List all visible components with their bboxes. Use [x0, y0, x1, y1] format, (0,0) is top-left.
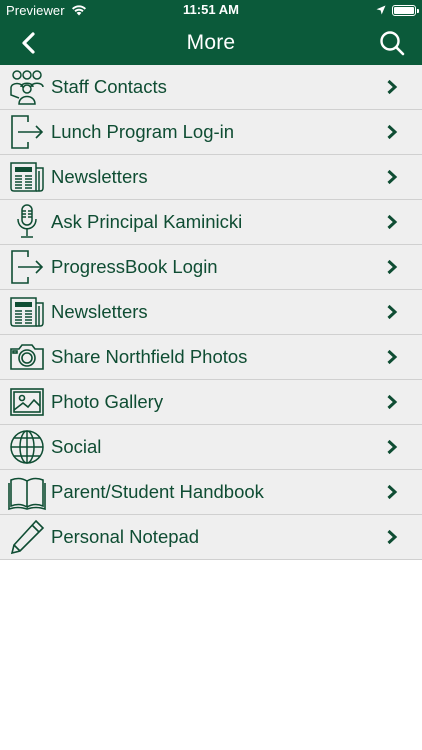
status-bar: Previewer 11:51 AM: [0, 0, 422, 20]
chevron-right-icon: [386, 484, 398, 500]
chevron-right-icon: [386, 439, 398, 455]
page-title: More: [186, 31, 236, 54]
login-icon: [8, 113, 46, 151]
status-right: [376, 0, 419, 20]
search-icon: [380, 31, 405, 56]
search-button[interactable]: [378, 29, 406, 57]
book-icon: [8, 473, 46, 511]
list-item-label: Share Northfield Photos: [51, 346, 248, 367]
camera-icon: [8, 338, 46, 376]
list-item-label: Personal Notepad: [51, 526, 200, 547]
list-item-label: ProgressBook Login: [51, 256, 218, 277]
list-item-label: Ask Principal Kaminicki: [51, 211, 243, 232]
list-item-newsletters[interactable]: Newsletters: [0, 155, 422, 200]
login-icon: [8, 248, 46, 286]
chevron-right-icon: [386, 79, 398, 95]
chevron-right-icon: [386, 214, 398, 230]
list-item-personal-notepad[interactable]: Personal Notepad: [0, 515, 422, 560]
list-item-lunch-program-login[interactable]: Lunch Program Log-in: [0, 110, 422, 155]
list-item-social[interactable]: Social: [0, 425, 422, 470]
list-item-progressbook-login[interactable]: ProgressBook Login: [0, 245, 422, 290]
navigation-bar: More: [0, 20, 422, 65]
list-item-label: Newsletters: [51, 301, 148, 322]
list-item-photo-gallery[interactable]: Photo Gallery: [0, 380, 422, 425]
list-item-staff-contacts[interactable]: Staff Contacts: [0, 65, 422, 110]
chevron-right-icon: [386, 259, 398, 275]
list-item-label: Staff Contacts: [51, 76, 167, 97]
list-item-label: Photo Gallery: [51, 391, 164, 412]
list-item-label: Newsletters: [51, 166, 148, 187]
picture-icon: [8, 383, 46, 421]
chevron-right-icon: [386, 169, 398, 185]
newspaper-icon: [8, 293, 46, 331]
list-item-label: Social: [51, 436, 102, 457]
chevron-right-icon: [386, 349, 398, 365]
pencil-icon: [8, 518, 46, 556]
chevron-right-icon: [386, 529, 398, 545]
list-item-label: Parent/Student Handbook: [51, 481, 264, 502]
list-item-label: Lunch Program Log-in: [51, 121, 235, 142]
list-item-handbook[interactable]: Parent/Student Handbook: [0, 470, 422, 515]
microphone-icon: [8, 203, 46, 241]
clock: 11:51 AM: [183, 2, 239, 17]
list-item-newsletters-2[interactable]: Newsletters: [0, 290, 422, 335]
location-arrow-icon: [376, 5, 386, 15]
chevron-right-icon: [386, 304, 398, 320]
list-item-share-photos[interactable]: Share Northfield Photos: [0, 335, 422, 380]
more-menu-list: Staff Contacts Lunch Program Log-in News…: [0, 65, 422, 560]
chevron-right-icon: [386, 124, 398, 140]
people-icon: [8, 68, 46, 106]
list-item-ask-principal[interactable]: Ask Principal Kaminicki: [0, 200, 422, 245]
battery-fill: [394, 6, 414, 14]
newspaper-icon: [8, 158, 46, 196]
battery-icon: [392, 4, 419, 16]
globe-icon: [8, 428, 46, 466]
chevron-right-icon: [386, 394, 398, 410]
